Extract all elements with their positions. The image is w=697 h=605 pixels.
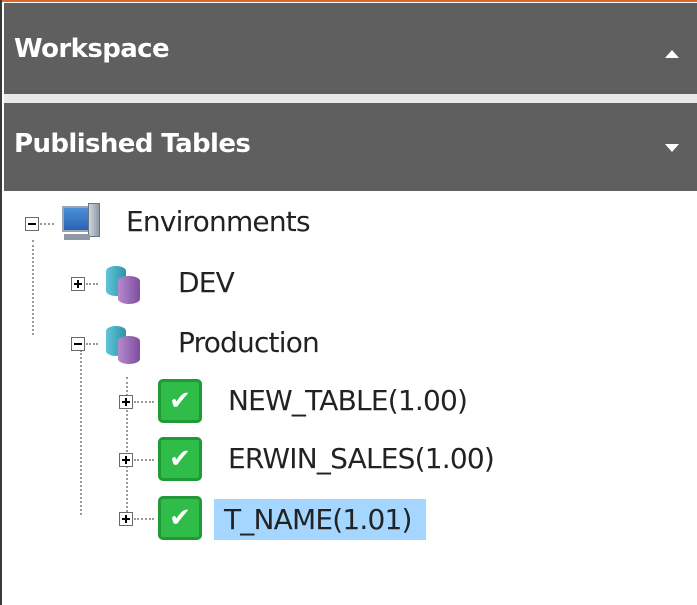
collapse-toggle[interactable] [71,337,85,351]
check-icon: ✔ [158,437,202,481]
tree-guide-line [80,350,82,515]
expand-toggle[interactable] [119,395,133,409]
check-icon: ✔ [158,379,202,423]
environments-tree: Environments DEV Production ✔ NEW_TABLE( [2,191,697,605]
expand-toggle[interactable] [71,277,85,291]
tree-node-table-selected[interactable]: ✔ T_NAME(1.01) [2,494,502,544]
caret-up-icon[interactable] [665,50,679,58]
workspace-title: Workspace [14,34,170,64]
tree-connector [134,459,154,461]
check-icon: ✔ [158,496,202,540]
tree-connector [86,343,98,345]
tree-node-table[interactable]: ✔ NEW_TABLE(1.00) [2,379,502,429]
tree-node-label: Production [178,326,320,359]
published-tables-panel-header[interactable]: Published Tables [4,103,697,191]
tree-connector [86,283,98,285]
tree-node-label: DEV [178,266,235,299]
app-frame: Workspace Published Tables Environments [0,0,697,605]
tree-connector [134,518,154,520]
expand-toggle[interactable] [119,512,133,526]
published-tables-title: Published Tables [14,129,251,159]
panel-divider [4,94,697,103]
monitor-icon [60,203,100,243]
tree-node-production[interactable]: Production [2,322,402,372]
database-icon [106,326,142,366]
tree-node-table[interactable]: ✔ ERWIN_SALES(1.00) [2,437,522,487]
tree-connector [134,401,154,403]
tree-node-environments[interactable]: Environments [2,201,402,251]
workspace-panel-header[interactable]: Workspace [4,3,697,94]
tree-node-label: ERWIN_SALES(1.00) [228,442,495,475]
tree-node-label: T_NAME(1.01) [214,499,426,540]
tree-connector [40,223,54,225]
caret-down-icon[interactable] [665,144,679,152]
database-icon [106,266,142,306]
tree-node-label: Environments [126,205,311,238]
top-accent-bar [2,0,697,2]
collapse-toggle[interactable] [25,217,39,231]
tree-node-dev[interactable]: DEV [2,262,402,312]
tree-node-label: NEW_TABLE(1.00) [228,384,468,417]
expand-toggle[interactable] [119,453,133,467]
